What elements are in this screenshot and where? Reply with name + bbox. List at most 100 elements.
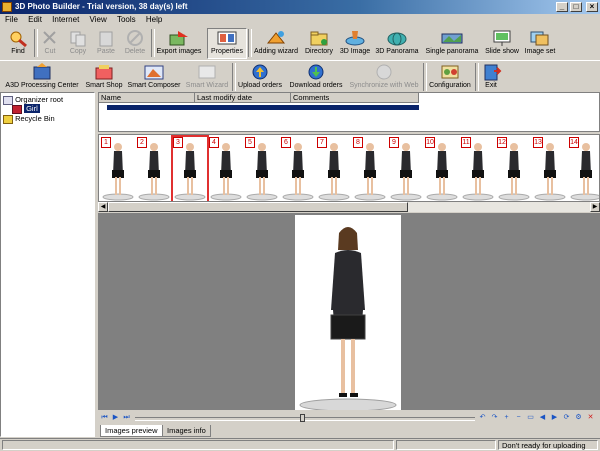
adding-wizard-button[interactable]: Adding wizard — [253, 29, 299, 56]
settings-icon[interactable]: ⚙ — [574, 413, 583, 422]
upload-status: Don't ready for uploading — [498, 440, 598, 450]
menu-tools[interactable]: Tools — [117, 15, 136, 24]
single-panorama-button[interactable]: Single panorama — [423, 29, 481, 56]
first-frame-icon[interactable]: ⏮ — [100, 413, 109, 422]
close-preview-icon[interactable]: ✕ — [586, 413, 595, 422]
column-header-comments[interactable]: Comments — [291, 93, 419, 103]
status-panel-main — [2, 440, 394, 450]
thumbnail-number: 6 — [281, 137, 291, 148]
scroll-right-arrow[interactable]: ▶ — [590, 202, 600, 212]
upload-orders-button[interactable]: Upload orders — [236, 63, 284, 90]
zoom-out-icon[interactable]: − — [514, 413, 523, 422]
copy-icon — [67, 29, 89, 47]
properties-button[interactable]: Properties — [207, 28, 247, 59]
album-icon — [12, 104, 22, 114]
directory-button[interactable]: Directory — [302, 29, 336, 56]
rotate-left-icon[interactable]: ↶ — [478, 413, 487, 422]
synchronize-icon — [373, 63, 395, 81]
delete-button[interactable]: Delete — [121, 29, 149, 56]
rotate-right-icon[interactable]: ↷ — [490, 413, 499, 422]
cut-button[interactable]: Cut — [37, 29, 63, 56]
configuration-button[interactable]: Configuration — [427, 63, 473, 90]
zoom-in-icon[interactable]: + — [502, 413, 511, 422]
menu-internet[interactable]: Internet — [52, 15, 79, 24]
export-images-icon — [168, 29, 190, 47]
status-bar: Don't ready for uploading — [0, 438, 600, 451]
thumbnail-frame[interactable]: 14 — [569, 137, 599, 201]
toolbar-separator — [248, 29, 252, 57]
menu-view[interactable]: View — [90, 15, 107, 24]
thumbnail-scrollbar[interactable]: ◀ ▶ — [98, 201, 600, 212]
thumbnail-frame[interactable]: 9 — [389, 137, 423, 201]
refresh-icon[interactable]: ⟳ — [562, 413, 571, 422]
play-icon[interactable]: ▶ — [111, 413, 120, 422]
organizer-tree[interactable]: Organizer root Girl Recycle Bin — [0, 92, 95, 437]
thumbnail-number: 12 — [497, 137, 507, 148]
3d-panorama-button[interactable]: 3D Panorama — [374, 29, 420, 56]
copy-button[interactable]: Copy — [65, 29, 91, 56]
thumbnail-number: 9 — [389, 137, 399, 148]
selected-row[interactable] — [107, 105, 419, 110]
slider-thumb[interactable] — [300, 414, 305, 422]
thumbnail-frame[interactable]: 2 — [137, 137, 171, 201]
menu-help[interactable]: Help — [146, 15, 162, 24]
step-forward-icon[interactable]: ▶ — [550, 413, 559, 422]
3d-image-button[interactable]: 3D Image — [338, 29, 372, 56]
thumbnail-strip[interactable]: 1 2 3 4 5 6 7 8 9 10 11 12 13 14 — [98, 134, 600, 204]
download-orders-icon — [305, 63, 327, 81]
thumbnail-frame[interactable]: 10 — [425, 137, 459, 201]
image-set-icon — [529, 29, 551, 47]
frame-slider[interactable] — [135, 414, 475, 422]
thumbnail-frame[interactable]: 7 — [317, 137, 351, 201]
thumbnail-frame[interactable]: 4 — [209, 137, 243, 201]
thumbnail-frame[interactable]: 12 — [497, 137, 531, 201]
column-header-name[interactable]: Name — [99, 93, 195, 103]
tab-images-info[interactable]: Images info — [162, 425, 211, 437]
smart-shop-button[interactable]: Smart Shop — [84, 63, 124, 90]
smart-wizard-icon — [196, 63, 218, 81]
minimize-button[interactable]: _ — [556, 2, 568, 12]
paste-button[interactable]: Paste — [93, 29, 119, 56]
thumbnail-frame[interactable]: 11 — [461, 137, 495, 201]
menu-file[interactable]: File — [5, 15, 18, 24]
exit-button[interactable]: Exit — [478, 63, 504, 90]
find-icon — [7, 29, 29, 48]
tree-node-recycle-bin[interactable]: Recycle Bin — [3, 114, 55, 124]
thumbnail-frame[interactable]: 13 — [533, 137, 567, 201]
step-back-icon[interactable]: ◀ — [538, 413, 547, 422]
thumbnail-frame[interactable]: 6 — [281, 137, 315, 201]
single-panorama-icon — [441, 29, 463, 47]
menu-edit[interactable]: Edit — [28, 15, 42, 24]
smart-composer-button[interactable]: Smart Composer — [127, 63, 181, 90]
download-orders-button[interactable]: Download orders — [287, 63, 345, 90]
thumbnail-frame[interactable]: 3 — [171, 135, 209, 203]
column-header-last-modify-date[interactable]: Last modify date — [195, 93, 291, 103]
menu-bar: File Edit Internet View Tools Help — [0, 14, 600, 26]
thumbnail-frame[interactable]: 5 — [245, 137, 279, 201]
close-button[interactable]: × — [586, 2, 598, 12]
processing-center-button[interactable]: A3D Processing Center — [4, 63, 80, 90]
tab-images-preview[interactable]: Images preview — [100, 425, 163, 437]
slide-show-icon — [491, 29, 513, 47]
thumbnail-frame[interactable]: 8 — [353, 137, 387, 201]
main-toolbar: Find Cut Copy Paste Delete Export images… — [0, 27, 600, 59]
find-button[interactable]: Find — [4, 29, 32, 56]
smart-wizard-button[interactable]: Smart Wizard — [184, 63, 230, 90]
secondary-toolbar: A3D Processing Center Smart Shop Smart C… — [0, 60, 600, 92]
scroll-thumb[interactable] — [108, 202, 408, 212]
adding-wizard-icon — [265, 29, 287, 47]
slide-show-button[interactable]: Slide show — [484, 29, 520, 56]
thumbnail-frame[interactable]: 1 — [101, 137, 135, 201]
app-icon — [2, 2, 12, 12]
last-frame-icon[interactable]: ⏭ — [122, 413, 131, 422]
delete-icon — [124, 29, 146, 47]
synchronize-button[interactable]: Synchronize with Web — [348, 63, 420, 90]
scroll-left-arrow[interactable]: ◀ — [98, 202, 108, 212]
fit-icon[interactable]: ▭ — [526, 413, 535, 422]
image-set-button[interactable]: Image set — [522, 29, 558, 56]
image-list-table[interactable]: Name Last modify date Comments — [98, 92, 600, 132]
title-bar[interactable]: 3D Photo Builder - Trial version, 38 day… — [0, 0, 600, 14]
tree-node-girl[interactable]: Girl — [12, 104, 40, 114]
export-images-button[interactable]: Export images — [155, 29, 203, 56]
maximize-button[interactable]: □ — [570, 2, 582, 12]
